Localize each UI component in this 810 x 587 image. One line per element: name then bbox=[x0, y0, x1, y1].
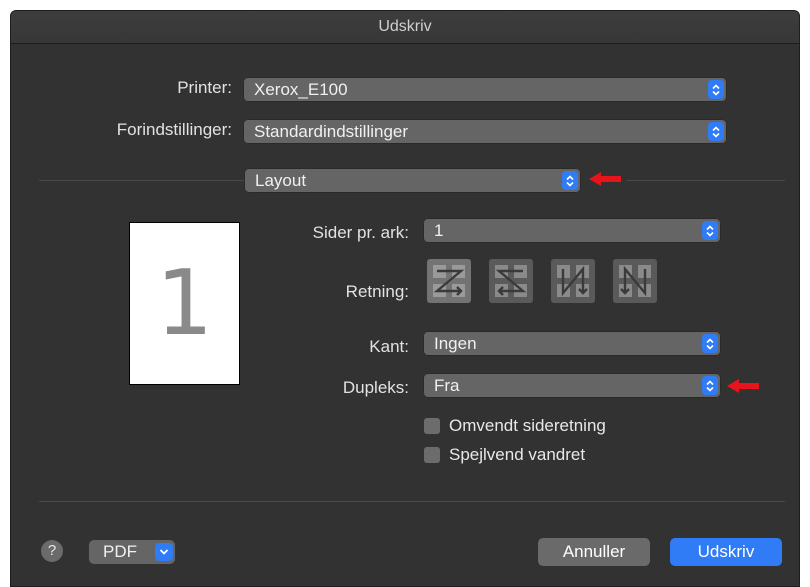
flip-horizontal-label: Spejlvend vandret bbox=[449, 445, 586, 464]
printer-popup[interactable]: Xerox_E100 bbox=[243, 77, 727, 102]
presets-label: Forindstillinger: bbox=[116, 120, 232, 139]
help-button[interactable]: ? bbox=[41, 540, 63, 562]
printer-value: Xerox_E100 bbox=[254, 80, 348, 99]
orientation-label: Retning: bbox=[345, 282, 409, 301]
reverse-orientation-checkbox[interactable] bbox=[424, 418, 440, 434]
print-button[interactable]: Udskriv bbox=[670, 538, 782, 566]
layout-direction-n-icon bbox=[557, 265, 589, 297]
layout-direction-s-icon bbox=[495, 265, 527, 297]
pages-per-sheet-popup[interactable]: 1 bbox=[423, 218, 721, 243]
flip-horizontal-checkbox-row[interactable]: Spejlvend vandret bbox=[424, 445, 585, 465]
up-down-chevron-icon bbox=[702, 221, 718, 240]
up-down-chevron-icon bbox=[702, 334, 718, 353]
duplex-label: Dupleks: bbox=[342, 378, 409, 397]
separator-left bbox=[39, 180, 244, 181]
up-down-chevron-icon bbox=[562, 171, 578, 190]
duplex-value: Fra bbox=[434, 376, 460, 395]
up-down-chevron-icon bbox=[708, 80, 724, 99]
page-preview: 1 bbox=[129, 222, 240, 385]
layout-direction-reverse-n-button[interactable] bbox=[613, 259, 657, 303]
duplex-popup[interactable]: Fra bbox=[423, 373, 721, 398]
up-down-chevron-icon bbox=[708, 122, 724, 141]
presets-value: Standardindstillinger bbox=[254, 122, 409, 141]
border-label: Kant: bbox=[369, 337, 409, 356]
pages-per-sheet-value: 1 bbox=[434, 221, 444, 240]
layout-direction-z-button[interactable] bbox=[427, 259, 471, 303]
up-down-chevron-icon bbox=[702, 376, 718, 395]
reverse-orientation-checkbox-row[interactable]: Omvendt sideretning bbox=[424, 416, 606, 436]
border-popup[interactable]: Ingen bbox=[423, 331, 721, 356]
dialog-title: Udskriv bbox=[11, 11, 799, 44]
section-value: Layout bbox=[255, 171, 307, 190]
layout-direction-z-icon bbox=[433, 265, 465, 297]
separator-right bbox=[627, 180, 785, 181]
layout-direction-n-button[interactable] bbox=[551, 259, 595, 303]
print-dialog: Udskriv Printer: Xerox_E100 Forindstilli… bbox=[10, 10, 800, 587]
cancel-button[interactable]: Annuller bbox=[538, 538, 650, 566]
flip-horizontal-checkbox[interactable] bbox=[424, 447, 440, 463]
pdf-menu-button[interactable]: PDF bbox=[89, 540, 175, 564]
layout-direction-reverse-n-icon bbox=[619, 265, 651, 297]
red-arrow-icon bbox=[727, 379, 759, 393]
printer-label: Printer: bbox=[177, 78, 232, 97]
reverse-orientation-label: Omvendt sideretning bbox=[449, 416, 606, 435]
section-popup[interactable]: Layout bbox=[244, 168, 581, 193]
pdf-label: PDF bbox=[103, 542, 137, 561]
footer-separator bbox=[39, 501, 785, 502]
layout-direction-s-button[interactable] bbox=[489, 259, 533, 303]
chevron-down-icon bbox=[155, 543, 173, 561]
presets-popup[interactable]: Standardindstillinger bbox=[243, 119, 727, 144]
border-value: Ingen bbox=[434, 334, 477, 353]
pages-per-sheet-label: Sider pr. ark: bbox=[312, 223, 409, 242]
red-arrow-icon bbox=[589, 172, 621, 186]
